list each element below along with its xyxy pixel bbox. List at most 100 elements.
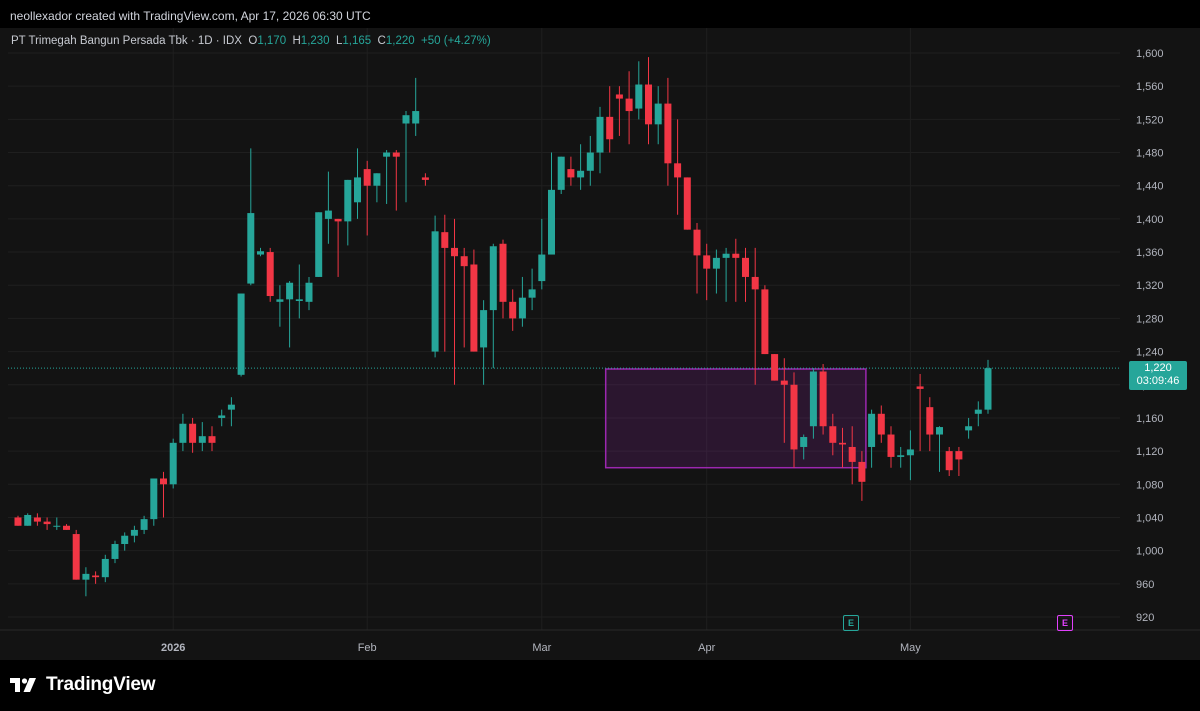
brand-name: TradingView (46, 674, 156, 695)
y-tick-label: 1,320 (1136, 280, 1164, 292)
candle-body (499, 243, 507, 302)
candle-body (402, 115, 410, 124)
candle-body (955, 451, 963, 460)
symbol-title: PT Trimegah Bangun Persada Tbk · 1D · ID… (11, 35, 242, 47)
candle-body (121, 535, 129, 545)
y-tick-label: 1,440 (1136, 181, 1164, 193)
last-price-value: 1,220 (1144, 362, 1172, 374)
candle-body (732, 253, 740, 258)
symbol-legend[interactable]: PT Trimegah Bangun Persada Tbk · 1D · ID… (11, 35, 491, 47)
candle-body (179, 423, 187, 443)
y-tick-label: 1,120 (1136, 446, 1164, 458)
candle-body (538, 254, 546, 282)
candle-body (674, 163, 682, 178)
candle-body (771, 354, 779, 381)
chart-panel[interactable]: 1,600 1,560 1,520 1,480 1,440 1,400 1,360 1,320… (0, 28, 1200, 660)
candle-body (586, 152, 594, 171)
candle-body (606, 116, 614, 140)
candle-body (693, 229, 701, 256)
bar-countdown: 03:09:46 (1136, 375, 1180, 387)
candle-body (82, 573, 90, 580)
candle-body (858, 461, 866, 482)
candle-body (101, 558, 109, 578)
candle-body (635, 84, 643, 109)
candle-body (742, 257, 749, 277)
candle-body (257, 251, 264, 255)
candle-body (24, 514, 32, 526)
candle-body (906, 449, 914, 456)
candle-body (712, 257, 720, 269)
y-tick-label: 1,400 (1136, 214, 1164, 226)
candle-body (43, 521, 51, 525)
candle-body (480, 310, 488, 348)
candle-body (198, 436, 206, 443)
candle-body (800, 437, 808, 447)
y-tick-label: 960 (1136, 579, 1154, 591)
candle-body (567, 169, 575, 178)
tradingview-logo-icon (10, 678, 36, 692)
candle-body (412, 111, 420, 124)
candle-body (790, 384, 798, 450)
y-tick-label: 1,560 (1136, 81, 1164, 93)
candle-body (829, 426, 837, 443)
chart-caption: neollexador created with TradingView.com… (10, 9, 371, 23)
candle-body (421, 177, 429, 180)
tradingview-logo[interactable]: TradingView (10, 674, 156, 696)
candle-body (111, 544, 119, 559)
candle-body (63, 525, 70, 530)
candle-body (654, 103, 662, 125)
y-tick-label: 1,520 (1136, 114, 1164, 126)
candle-body (344, 179, 352, 222)
y-tick-label: 1,280 (1136, 313, 1164, 325)
earnings-event-icon[interactable]: E (843, 615, 859, 631)
candle-body (72, 534, 80, 580)
earnings-event-icon[interactable]: E (1057, 615, 1073, 631)
candle-body (916, 386, 924, 389)
y-tick-label: 1,000 (1136, 546, 1164, 558)
y-tick-label: 1,080 (1136, 479, 1164, 491)
candle-body (615, 94, 623, 99)
candle-body (839, 442, 846, 445)
candlestick-chart[interactable]: 1,600 1,560 1,520 1,480 1,440 1,400 1,360 1,320… (0, 28, 1200, 660)
candle-body (945, 451, 953, 471)
open-key: O (248, 35, 258, 47)
candle-body (887, 434, 895, 457)
x-tick-label: 2026 (161, 642, 185, 654)
candle-body (751, 276, 759, 290)
candle-body (363, 169, 371, 186)
candle-body (451, 247, 458, 257)
candle-body (276, 299, 284, 302)
candle-body (286, 282, 294, 300)
close-key: C (377, 35, 386, 47)
candle-body (926, 407, 934, 435)
candle-body (548, 189, 555, 255)
candle-body (645, 84, 652, 125)
candle-body (14, 517, 22, 526)
candle-body (266, 252, 274, 297)
candle-body (295, 299, 303, 301)
range-box (604, 368, 867, 469)
candle-body (33, 517, 41, 522)
candle-body (528, 289, 536, 298)
open-value: 1,170 (257, 35, 287, 47)
candle-body (780, 380, 788, 385)
y-tick-label: 1,160 (1136, 413, 1164, 425)
candle-body (150, 478, 158, 520)
x-tick-label: Apr (698, 642, 715, 654)
change-value: +50 (+4.27%) (421, 35, 491, 47)
candle-body (227, 404, 235, 410)
candle-body (373, 173, 381, 186)
candle-body (441, 232, 449, 248)
candle-body (460, 256, 468, 267)
candle-body (897, 455, 905, 457)
y-tick-label: 920 (1136, 612, 1154, 624)
y-tick-label: 1,240 (1136, 347, 1164, 359)
candle-body (965, 426, 973, 431)
candle-body (703, 255, 711, 269)
candle-body (596, 116, 604, 153)
close-value: 1,220 (385, 35, 415, 47)
candle-body (130, 529, 138, 536)
x-tick-label: May (900, 642, 921, 654)
y-tick-label: 1,360 (1136, 247, 1164, 259)
candle-body (247, 213, 255, 284)
